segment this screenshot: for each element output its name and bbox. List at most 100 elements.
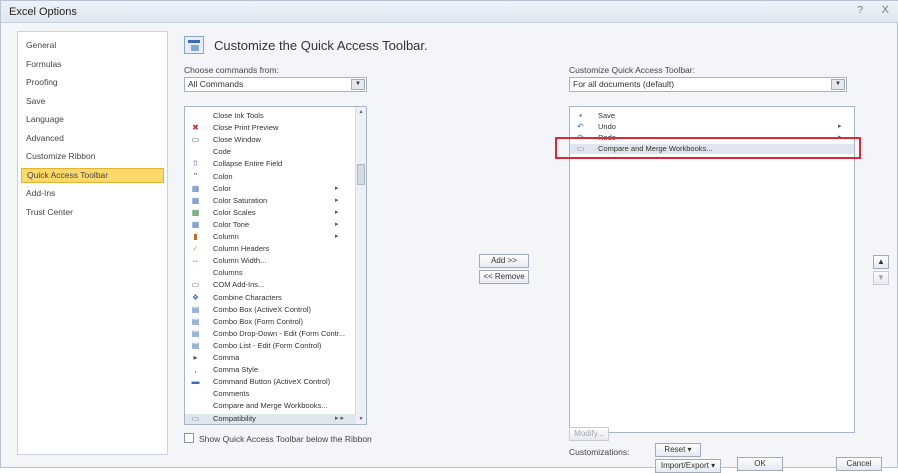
cancel-button[interactable]: Cancel	[836, 457, 882, 471]
command-list-item[interactable]: ▦ Color Scales ▸	[185, 208, 356, 218]
command-list-item[interactable]: ▤ Combo Box (Form Control)	[185, 317, 356, 327]
command-icon	[191, 390, 200, 398]
modify-button[interactable]: Modify...	[569, 427, 609, 441]
command-list-item[interactable]: Comments	[185, 389, 356, 399]
item-label: Code	[213, 147, 231, 157]
command-list-item[interactable]: ▭ COM Add-Ins...	[185, 280, 356, 290]
nav-item-general[interactable]: General	[21, 38, 164, 53]
item-label: Colon	[213, 171, 233, 181]
item-label: Command Button (ActiveX Control)	[213, 377, 331, 387]
command-list-item[interactable]: ▸ Comma	[185, 353, 356, 363]
submenu-arrow-icon: ▸ ▸	[335, 414, 344, 422]
submenu-arrow-icon: ▸	[335, 196, 339, 204]
command-list-item[interactable]: ▬ Command Button (ActiveX Control)	[185, 377, 356, 387]
command-icon: ✖	[192, 123, 199, 133]
command-list-item[interactable]: ❖ Combine Characters	[185, 293, 356, 303]
nav-item-quick-access-toolbar[interactable]: Quick Access Toolbar	[21, 167, 164, 183]
toolbar-list-item[interactable]: ↶ Undo ▸	[570, 122, 854, 132]
command-list-item[interactable]: ⇧ Collapse Entire Field	[185, 159, 356, 169]
command-icon: ▦	[191, 219, 200, 229]
command-list-item[interactable]: , Comma Style	[185, 365, 356, 375]
command-list-item[interactable]: ▦ Color Saturation ▸	[185, 196, 356, 206]
toolbar-list-item[interactable]: ▪ Save	[570, 111, 854, 121]
command-icon: ▭	[191, 413, 200, 423]
command-list-item[interactable]: ⇔ Column Width...	[185, 256, 356, 266]
item-label: Column Width...	[213, 256, 267, 266]
move-up-button[interactable]: ▲	[873, 255, 889, 269]
customizations-label: Customizations:	[569, 447, 630, 457]
item-label: Comma Style	[213, 365, 259, 375]
command-list-item[interactable]: Close Ink Tools	[185, 111, 356, 121]
submenu-arrow-icon: ▸	[335, 184, 339, 192]
item-label: Color Saturation	[213, 195, 268, 205]
move-down-button[interactable]: ▼	[873, 271, 889, 285]
choose-commands-dropdown[interactable]: All Commands ▼	[184, 77, 367, 92]
command-icon: ▮	[193, 232, 198, 241]
nav-item-proofing[interactable]: Proofing	[21, 75, 164, 90]
nav-item-advanced[interactable]: Advanced	[21, 131, 164, 146]
choose-commands-label: Choose commands from:	[184, 65, 279, 75]
show-below-ribbon-checkbox[interactable]	[184, 433, 194, 443]
scroll-thumb[interactable]	[357, 164, 365, 185]
command-list-item[interactable]: Compare and Merge Workbooks...	[185, 401, 356, 411]
nav-item-language[interactable]: Language	[21, 112, 164, 127]
item-label: Combine Characters	[213, 292, 282, 302]
command-icon: ▭	[191, 135, 200, 145]
command-list-item[interactable]: ✓ Column Headers	[185, 244, 356, 254]
command-icon: ✓	[192, 244, 199, 254]
nav-item-customize-ribbon[interactable]: Customize Ribbon	[21, 149, 164, 164]
commands-scrollbar[interactable]: ▲ ▼	[355, 107, 366, 424]
submenu-arrow-icon: ▸	[838, 123, 842, 130]
command-list-item[interactable]: " Colon	[185, 172, 356, 182]
chevron-down-icon[interactable]: ▼	[351, 79, 365, 90]
command-icon: ▦	[191, 183, 200, 193]
ok-button[interactable]: OK	[737, 457, 783, 471]
chevron-down-icon[interactable]: ▼	[831, 79, 845, 90]
item-label: Combo Box (Form Control)	[213, 316, 304, 326]
customize-qat-value: For all documents (default)	[573, 79, 675, 89]
nav-item-formulas[interactable]: Formulas	[21, 57, 164, 72]
command-icon: ▪	[579, 111, 582, 120]
item-label: Combo Box (ActiveX Control)	[213, 304, 311, 314]
command-list-item[interactable]: ✖ Close Print Preview	[185, 123, 356, 133]
command-list-item[interactable]: ▦ Color ▸	[185, 184, 356, 194]
command-list-item[interactable]: ▤ Combo Box (ActiveX Control)	[185, 305, 356, 315]
close-button[interactable]: X	[882, 4, 889, 16]
command-icon: ▤	[191, 340, 200, 350]
command-icon: ▬	[191, 377, 200, 387]
submenu-arrow-icon: ▸	[335, 208, 339, 216]
item-label: Column	[213, 232, 239, 241]
nav-item-save[interactable]: Save	[21, 94, 164, 109]
remove-button[interactable]: << Remove	[479, 270, 529, 284]
command-icon: ▦	[191, 207, 200, 217]
nav-item-add-ins[interactable]: Add-Ins	[21, 186, 164, 201]
command-list-item[interactable]: ▦ Color Tone ▸	[185, 220, 356, 230]
item-label: Column Headers	[213, 244, 270, 254]
item-label: Color Tone	[213, 219, 250, 229]
annotation-highlight-box	[555, 137, 861, 159]
command-list-item[interactable]: ▤ Combo Drop-Down - Edit (Form Contr...	[185, 329, 356, 339]
nav-item-trust-center[interactable]: Trust Center	[21, 205, 164, 220]
command-icon	[191, 402, 200, 410]
command-list-item[interactable]: ▭ Compatibility ▸ ▸	[185, 413, 356, 424]
customize-qat-dropdown[interactable]: For all documents (default) ▼	[569, 77, 847, 92]
command-icon: ▤	[191, 304, 200, 314]
item-label: Collapse Entire Field	[213, 159, 283, 169]
command-list-item[interactable]: Code	[185, 147, 356, 157]
command-list-item[interactable]: ▤ Combo List - Edit (Form Control)	[185, 341, 356, 351]
command-list-item[interactable]: ▮ Column ▸	[185, 232, 356, 242]
scroll-up-icon[interactable]: ▲	[356, 107, 366, 117]
reset-button[interactable]: Reset ▾	[655, 443, 701, 457]
command-list-item[interactable]: Columns	[185, 268, 356, 278]
add-button[interactable]: Add >>	[479, 254, 529, 268]
command-icon: "	[194, 171, 197, 181]
commands-list[interactable]: ▲ ▼ Close Ink Tools ✖ Close Print Preview ▭…	[184, 106, 367, 425]
help-button[interactable]: ?	[857, 5, 863, 16]
scroll-down-icon[interactable]: ▼	[356, 414, 366, 424]
dialog-title: Excel Options	[9, 6, 77, 18]
options-nav-pane: General Formulas Proofing Save Language Advan…	[17, 31, 168, 455]
command-icon: ▤	[191, 316, 200, 326]
command-list-item[interactable]: ▭ Close Window	[185, 135, 356, 145]
import-export-button[interactable]: Import/Export ▾	[655, 459, 721, 473]
item-label: Close Window	[213, 135, 261, 145]
